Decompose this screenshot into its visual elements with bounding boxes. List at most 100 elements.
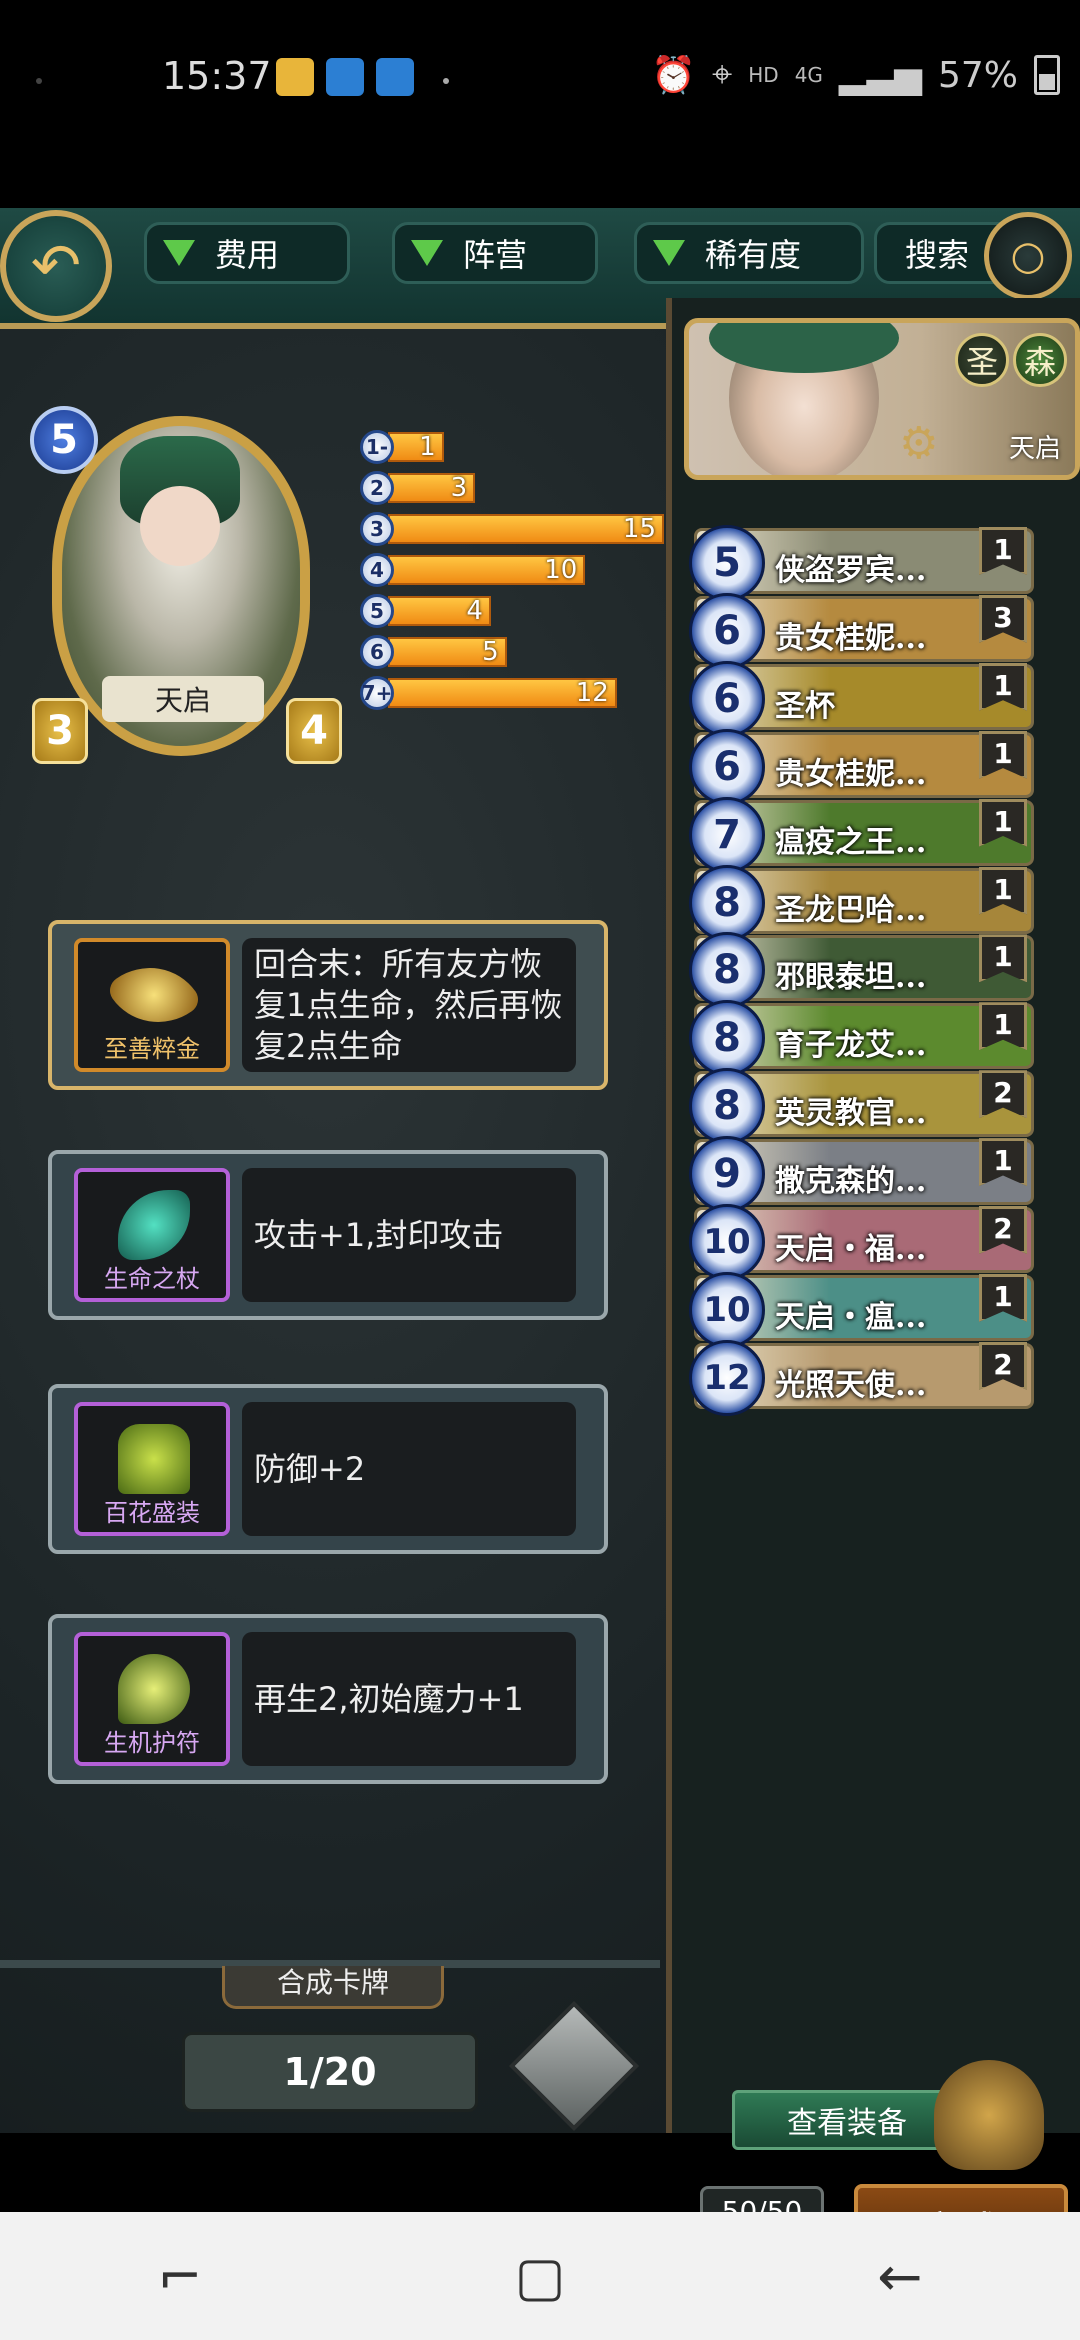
dress-icon (118, 1424, 190, 1494)
card-name: 撒克森的... (775, 1164, 927, 1200)
hero-cost-gem: 5 (30, 406, 98, 474)
deck-list-panel: 圣 森 ⚙ 天启 5 侠盗罗宾... 1 6 贵女桂妮... 3 6 圣杯 1 6 贵女桂妮... 1… (666, 298, 1080, 2272)
card-name: 侠盗罗宾... (775, 553, 927, 588)
cost-curve-row: 65 (360, 633, 507, 671)
status-time: 15:37 (162, 54, 272, 98)
equipment-slot[interactable]: 生机护符 再生2,初始魔力+1 (48, 1614, 608, 1784)
back-arrow-icon: ↶ (30, 231, 82, 301)
card-count: 1 (979, 527, 1027, 575)
gear-icon[interactable]: ⚙ (899, 418, 938, 469)
equipment-slot[interactable]: 百花盛装 防御+2 (48, 1384, 608, 1554)
equipment-desc: 攻击+1,封印攻击 (242, 1168, 576, 1302)
deck-hero-banner[interactable]: 圣 森 ⚙ 天启 (684, 318, 1080, 480)
deck-card[interactable]: 10 天启・福... 2 (689, 1204, 1034, 1280)
filter-rarity[interactable]: 稀有度 (634, 222, 864, 284)
deck-card[interactable]: 5 侠盗罗宾... 1 (689, 525, 1034, 601)
equipment-desc: 防御+2 (242, 1402, 576, 1536)
card-cost-gem: 12 (689, 1339, 765, 1416)
cost-gem: 5 (360, 594, 394, 628)
home-icon[interactable]: ▢ (510, 2245, 570, 2308)
view-equipment-button[interactable]: 查看装备 (732, 2090, 962, 2150)
card-count: 1 (979, 934, 1027, 983)
cost-bar: 15 (388, 514, 664, 544)
deck-card[interactable]: 9 撒克森的... 1 (689, 1136, 1034, 1213)
faction-holy-icon: 圣 (955, 333, 1009, 387)
card-count: 1 (979, 798, 1027, 847)
deck-hero-name: 天启 (1008, 434, 1061, 464)
deck-card[interactable]: 7 瘟疫之王... 1 (689, 796, 1034, 873)
deck-editor: ↶ 费用 阵营 稀有度 搜索 ○ 天启 5 3 4 1- 1 2 3 3 15 4 10 5 4 6… (0, 208, 1080, 2272)
battery-icon (1034, 55, 1060, 95)
deck-card[interactable]: 10 天启・瘟... 1 (689, 1271, 1034, 1348)
filter-faction[interactable]: 阵营 (392, 222, 598, 284)
notification-app-icon (326, 58, 364, 96)
cost-gem: 6 (360, 635, 394, 669)
deck-card[interactable]: 6 贵女桂妮... 1 (689, 728, 1034, 805)
card-count: 2 (979, 1070, 1027, 1119)
notification-app-icon (276, 58, 314, 96)
hero-attack: 3 (32, 698, 88, 764)
filter-cost[interactable]: 费用 (144, 222, 350, 284)
back-icon[interactable]: ← (870, 2245, 930, 2308)
deck-card[interactable]: 8 育子龙艾... 1 (689, 1000, 1034, 1077)
next-page-arrow-icon[interactable] (508, 2000, 640, 2132)
cost-gem: 3 (360, 512, 394, 546)
cost-bar: 3 (388, 473, 476, 503)
status-dot (36, 78, 42, 84)
cost-curve-row: 54 (360, 592, 491, 630)
deck-card[interactable]: 8 圣龙巴哈... 1 (689, 864, 1034, 941)
equipment-desc: 回合末：所有友方恢复1点生命，然后再恢复2点生命 (242, 938, 576, 1072)
card-cost-gem: 8 (689, 864, 765, 941)
card-name: 育子龙艾... (775, 1028, 927, 1064)
card-count: 1 (979, 1273, 1027, 1322)
location-icon: ⌖ (711, 54, 733, 95)
card-count: 1 (979, 730, 1027, 779)
card-cost-gem: 8 (689, 1068, 765, 1145)
cost-curve-row: 1- 1 (360, 428, 444, 466)
magnifier-icon[interactable]: ○ (984, 212, 1072, 300)
equipment-name: 生命之杖 (104, 1265, 200, 1293)
deck-card[interactable]: 8 邪眼泰坦... 1 (689, 932, 1034, 1009)
card-name: 光照天使... (775, 1367, 927, 1403)
equipment-icon: 至善粹金 (74, 938, 230, 1072)
network-type: 4G (794, 63, 823, 87)
card-name: 圣龙巴哈... (775, 892, 927, 928)
back-button[interactable]: ↶ (0, 210, 112, 322)
hero-name: 天启 (102, 676, 264, 722)
battery-percent: 57% (937, 54, 1018, 96)
triangle-down-icon (653, 240, 685, 266)
card-cost-gem: 6 (689, 728, 765, 805)
deck-card[interactable]: 6 贵女桂妮... 3 (689, 592, 1034, 669)
amulet-icon (118, 1654, 190, 1724)
card-name: 贵女桂妮... (775, 620, 927, 656)
equipment-icon: 生命之杖 (74, 1168, 230, 1302)
cost-bar: 1 (388, 432, 444, 462)
cost-gem: 1- (360, 430, 394, 464)
equipment-desc: 再生2,初始魔力+1 (242, 1632, 576, 1766)
craft-cards-tab[interactable]: 合成卡牌 (222, 1966, 444, 2009)
card-count: 2 (979, 1206, 1027, 1254)
equipment-slot[interactable]: 至善粹金 回合末：所有友方恢复1点生命，然后再恢复2点生命 (48, 920, 608, 1090)
deck-card[interactable]: 8 英灵教官... 2 (689, 1068, 1034, 1145)
filter-label: 费用 (215, 236, 280, 274)
card-name: 贵女桂妮... (775, 756, 927, 792)
cost-curve-row: 7+ 12 (360, 674, 617, 712)
card-cost-gem: 6 (689, 592, 765, 669)
card-cost-gem: 6 (689, 660, 765, 737)
equipment-slot[interactable]: 生命之杖 攻击+1,封印攻击 (48, 1150, 608, 1320)
card-cost-gem: 5 (689, 525, 765, 601)
deck-card[interactable]: 6 圣杯 1 (689, 660, 1034, 737)
card-cost-gem: 10 (689, 1271, 765, 1348)
hero-face (140, 486, 220, 566)
hero-health: 4 (286, 698, 342, 764)
deck-card[interactable]: 12 光照天使... 2 (689, 1339, 1034, 1416)
hero-portrait[interactable]: 天启 5 3 4 (30, 376, 342, 776)
cost-curve-row: 4 10 (360, 551, 586, 589)
card-name: 天启・福... (775, 1232, 927, 1267)
card-count: 1 (979, 866, 1027, 915)
card-cost-gem: 8 (689, 1000, 765, 1077)
recents-icon[interactable]: ⌐ (150, 2245, 210, 2308)
triangle-down-icon (163, 240, 195, 266)
filter-label: 阵营 (463, 236, 528, 274)
equipment-icon: 生机护符 (74, 1632, 230, 1766)
